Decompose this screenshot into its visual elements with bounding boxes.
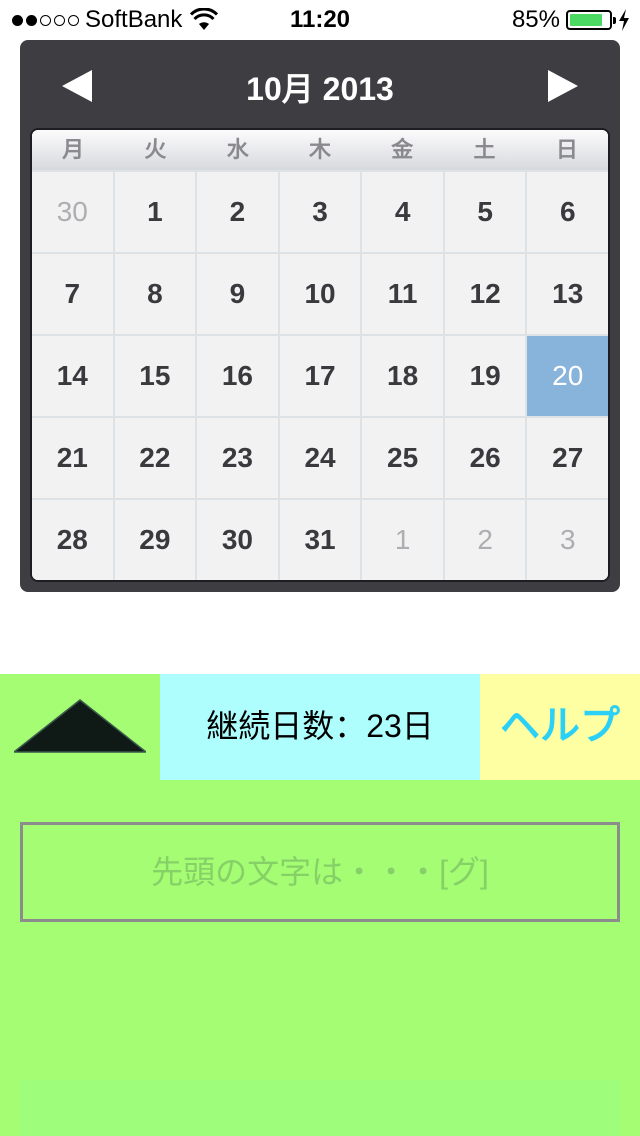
calendar-day[interactable]: 18 (362, 334, 445, 416)
streak-counter: 継続日数：23日 (160, 674, 480, 780)
calendar-day[interactable]: 31 (279, 498, 363, 580)
calendar-day[interactable]: 1 (114, 170, 198, 252)
status-right: 85% (512, 6, 630, 34)
calendar-day[interactable]: 14 (32, 334, 115, 416)
toolbar: 継続日数：23日 ヘルプ (0, 674, 640, 780)
battery-icon (566, 10, 616, 30)
calendar-day[interactable]: 12 (444, 252, 528, 334)
battery-percent: 85% (511, 6, 560, 33)
calendar-day[interactable]: 17 (279, 334, 363, 416)
calendar-day[interactable]: 1 (362, 498, 445, 580)
bottom-panel: 継続日数：23日 ヘルプ 先頭の文字は・・・[グ] (0, 674, 640, 1136)
calendar-day[interactable]: 7 (32, 252, 115, 334)
status-bar: SoftBank 11:20 85% (0, 0, 640, 40)
calendar-week-row: 28 29 30 31 1 2 3 (32, 498, 608, 580)
weekday-label: 月 (62, 137, 85, 162)
calendar-day[interactable]: 3 (279, 170, 363, 252)
weekday-label: 土 (473, 137, 496, 162)
calendar-day[interactable]: 22 (114, 416, 198, 498)
calendar-day[interactable]: 11 (362, 252, 445, 334)
weekday-label: 火 (144, 137, 167, 162)
hint-text-box: 先頭の文字は・・・[グ] (20, 822, 620, 922)
calendar-week-row: 21 22 23 24 25 26 27 (32, 416, 608, 498)
calendar-day[interactable]: 29 (114, 498, 198, 580)
calendar-day[interactable]: 9 (197, 252, 280, 334)
collapse-button[interactable] (0, 674, 160, 780)
weekday-label: 金 (391, 137, 414, 162)
calendar-day[interactable]: 4 (362, 170, 445, 252)
calendar-week-row: 14 15 16 17 18 19 20 (32, 334, 608, 416)
calendar-day-selected[interactable]: 20 (527, 334, 608, 416)
calendar-day[interactable]: 2 (197, 170, 280, 252)
triangle-right-icon[interactable] (548, 70, 578, 102)
help-button[interactable]: ヘルプ (480, 674, 640, 780)
calendar-weeks: 30 1 2 3 4 5 6 7 8 9 10 11 12 13 14 15 16 17 18 19 20 21 22 23 2… (32, 170, 608, 580)
triangle-up-icon (14, 699, 146, 753)
calendar-day[interactable]: 30 (32, 170, 115, 252)
calendar-day[interactable]: 28 (32, 498, 115, 580)
weekday-header: 月火水木金土日 (32, 130, 608, 170)
calendar-day[interactable]: 5 (444, 170, 528, 252)
calendar-day[interactable]: 6 (527, 170, 608, 252)
calendar-day[interactable]: 10 (279, 252, 363, 334)
calendar-header: 10月 2013 (20, 40, 620, 128)
battery-level (570, 14, 603, 26)
calendar-day[interactable]: 23 (197, 416, 280, 498)
calendar-day[interactable]: 13 (527, 252, 608, 334)
calendar-day[interactable]: 3 (527, 498, 608, 580)
weekday-label: 木 (308, 137, 331, 162)
bolt-icon (619, 9, 629, 31)
calendar-grid: 月火水木金土日 30 1 2 3 4 5 6 7 8 9 10 11 12 13 14 15 16 17 18 19 2… (30, 128, 610, 582)
month-title: 10月 2013 (246, 71, 394, 107)
calendar-day[interactable]: 21 (32, 416, 115, 498)
calendar: 10月 2013 月火水木金土日 30 1 2 3 4 5 6 7 8 9 10 11 12 13 14 15… (20, 40, 620, 592)
calendar-week-row: 30 1 2 3 4 5 6 (32, 170, 608, 252)
calendar-day[interactable]: 24 (279, 416, 363, 498)
calendar-day[interactable]: 30 (197, 498, 280, 580)
calendar-day[interactable]: 26 (444, 416, 528, 498)
calendar-day[interactable]: 2 (444, 498, 528, 580)
calendar-day[interactable]: 25 (362, 416, 445, 498)
calendar-day[interactable]: 15 (114, 334, 198, 416)
weekday-label: 水 (226, 137, 249, 162)
calendar-day[interactable]: 8 (114, 252, 198, 334)
calendar-day[interactable]: 16 (197, 334, 280, 416)
calendar-day[interactable]: 19 (444, 334, 528, 416)
weekday-label: 日 (555, 137, 578, 162)
calendar-week-row: 7 8 9 10 11 12 13 (32, 252, 608, 334)
calendar-day[interactable]: 27 (527, 416, 608, 498)
bottom-strip (20, 1080, 620, 1136)
